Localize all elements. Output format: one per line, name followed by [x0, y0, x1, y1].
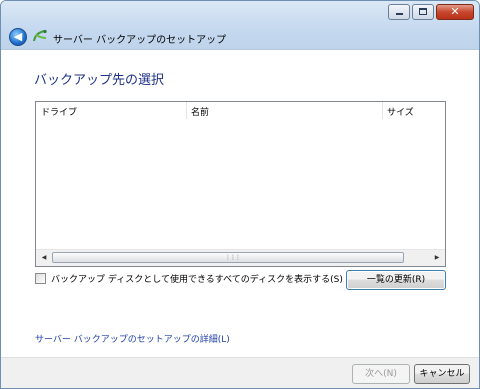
maximize-button[interactable]	[412, 4, 434, 20]
scroll-left-icon[interactable]: ◀	[36, 250, 52, 266]
minimize-button[interactable]	[388, 4, 410, 20]
refresh-list-button[interactable]: 一覧の更新(R)	[346, 270, 446, 290]
minimize-icon	[396, 13, 403, 15]
column-name[interactable]: 名前	[191, 105, 209, 118]
scroll-thumb[interactable]: ⋮⋮⋮	[52, 252, 404, 263]
title-bar: ✕ ◀ サーバー バックアップのセットアップ	[1, 1, 479, 50]
column-drive[interactable]: ドライブ	[41, 105, 77, 118]
page-title: バックアップ先の選択	[34, 73, 165, 88]
server-backup-icon	[33, 29, 47, 42]
back-button[interactable]: ◀	[9, 28, 27, 46]
grip-icon: ⋮⋮⋮	[225, 254, 241, 261]
close-icon: ✕	[450, 5, 460, 18]
column-divider[interactable]	[382, 102, 383, 119]
show-all-disks-checkbox[interactable]	[35, 273, 46, 284]
maximize-icon	[419, 8, 427, 15]
column-divider[interactable]	[186, 102, 187, 119]
cancel-button[interactable]: キャンセル	[414, 364, 470, 384]
show-all-disks-label[interactable]: バックアップ ディスクとして使用できるすべてのディスクを表示する(S)	[51, 272, 343, 285]
window-controls: ✕	[386, 4, 474, 20]
horizontal-scrollbar[interactable]: ◀ ⋮⋮⋮ ▶	[36, 249, 445, 266]
next-button[interactable]: 次へ(N)	[352, 364, 410, 384]
details-link[interactable]: サーバー バックアップのセットアップの詳細(L)	[35, 332, 230, 345]
scroll-right-icon[interactable]: ▶	[429, 250, 445, 266]
close-button[interactable]: ✕	[436, 4, 474, 20]
disk-list[interactable]: ドライブ 名前 サイズ ◀ ⋮⋮⋮ ▶	[35, 101, 446, 267]
back-arrow-icon: ◀	[13, 30, 23, 43]
column-size[interactable]: サイズ	[387, 105, 414, 118]
disk-list-header: ドライブ 名前 サイズ	[36, 102, 445, 120]
setup-window: ✕ ◀ サーバー バックアップのセットアップ バックアップ先の選択 ドライブ 名…	[0, 0, 480, 389]
footer-bar: 次へ(N) キャンセル	[1, 357, 479, 388]
window-title: サーバー バックアップのセットアップ	[53, 35, 227, 46]
